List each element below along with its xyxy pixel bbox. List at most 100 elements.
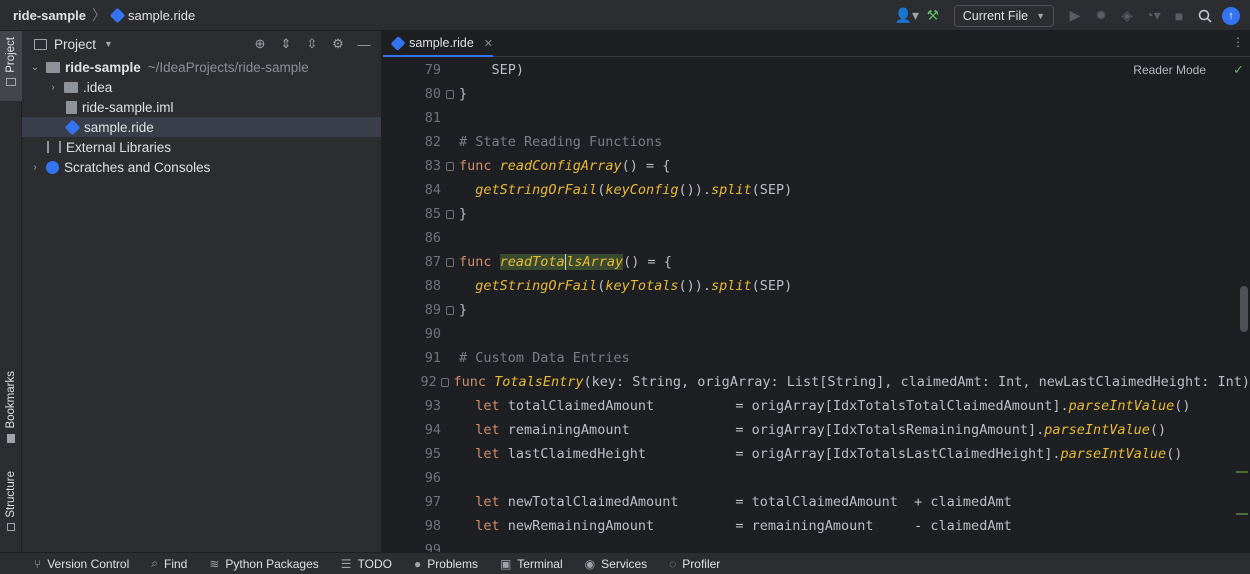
tool-todo[interactable]: ☰ TODO [341,557,392,571]
tree-item-sample-ride[interactable]: sample.ride [22,117,381,137]
chevron-right-icon: 〉 [91,7,106,23]
layers-icon: ≋ [209,556,220,571]
chevron-down-icon[interactable]: ▼ [104,39,113,49]
code-line: 84 getStringOrFail(keyConfig()).split(SE… [383,178,1250,202]
tool-tab-bookmarks-label: Bookmarks [5,371,17,429]
terminal-icon: ▣ [499,556,512,571]
tool-label: Profiler [682,556,721,571]
line-number: 95 [424,446,441,462]
tree-item-ride-sample[interactable]: ⌄ ride-sample ~/IdeaProjects/ride-sample [22,57,381,77]
tool-python-packages[interactable]: ≋ Python Packages [209,557,318,571]
project-name[interactable]: ride-sample [13,8,86,23]
tree-item-idea[interactable]: › .idea [22,77,381,97]
fold-icon[interactable] [446,209,454,219]
tool-label: Terminal [517,556,563,571]
editor: sample.ride ✕ ⋮ Reader Mode ✓ 79 SEP) 80… [383,31,1250,552]
tool-services[interactable]: ◉ Services [585,557,648,571]
tool-label: Version Control [47,556,130,571]
tool-label: Problems [427,556,478,571]
build-hammer-icon[interactable]: ⚒ [920,4,946,28]
code-line: 96 [383,466,1250,490]
gear-icon[interactable]: ⚙ [327,33,349,55]
line-number: 91 [424,350,441,366]
tree-item-scratches[interactable]: › Scratches and Consoles [22,157,381,177]
breadcrumb-file[interactable]: sample.ride [128,8,195,23]
code-line: 82 # State Reading Functions [383,130,1250,154]
structure-icon [7,522,15,531]
collapse-all-icon[interactable]: ⇳ [301,33,323,55]
search-icon[interactable] [1192,4,1218,28]
search-icon: ⌕ [151,556,158,570]
profile-icon[interactable]: ◔▾ [1140,4,1166,28]
project-view-icon [34,38,47,50]
line-number: 84 [424,182,441,198]
project-panel-header: Project ▼ ⊕ ⇕ ⇳ ⚙ — [22,31,381,57]
vertical-scrollbar[interactable] [1240,286,1248,332]
line-number: 92 [420,374,437,390]
folder-icon [6,77,16,86]
code-area[interactable]: 79 SEP) 80} 81 82 # State Reading Functio… [383,58,1250,552]
title-bar: ride-sample 〉 sample.ride 👤▾ ⚒ Current F… [0,0,1250,31]
user-icon[interactable]: 👤▾ [894,4,920,28]
debug-icon[interactable]: ✹ [1088,4,1114,28]
breadcrumb: ride-sample 〉 sample.ride [0,5,195,25]
updates-icon[interactable]: ↑ [1222,6,1240,25]
code-line: 79 SEP) [383,58,1250,82]
code-line: 98 let newRemainingAmount = remainingAmo… [383,514,1250,538]
tree-item-iml[interactable]: ride-sample.iml [22,97,381,117]
tool-tab-structure-label: Structure [5,471,17,518]
module-file-icon [66,100,77,114]
code-line: 97 let newTotalClaimedAmount = totalClai… [383,490,1250,514]
change-marker[interactable] [1236,513,1248,515]
tool-tab-bookmarks[interactable]: Bookmarks [0,371,22,456]
fold-icon[interactable] [446,161,454,171]
line-number: 99 [424,542,441,552]
tool-tab-structure[interactable]: Structure [0,471,22,546]
bottom-tool-bar: ⑂ Version Control ⌕ Find ≋ Python Packages … [0,552,1250,574]
locate-icon[interactable]: ⊕ [249,33,271,55]
line-number: 81 [424,110,441,126]
expand-all-icon[interactable]: ⇕ [275,33,297,55]
tree-item-label: sample.ride [84,119,154,135]
branch-icon: ⑂ [34,556,42,571]
code-line: 93 let totalClaimedAmount = origArray[Id… [383,394,1250,418]
code-line: 88 getStringOrFail(keyTotals()).split(SE… [383,274,1250,298]
chevron-down-icon: ▼ [1036,10,1045,21]
fold-icon[interactable] [446,305,454,315]
tool-label: Services [601,556,648,571]
run-icon[interactable]: ▶ [1062,4,1088,28]
tool-tab-project[interactable]: Project [0,31,22,101]
folder-icon [46,61,60,73]
project-panel-title[interactable]: Project [54,37,96,52]
left-tool-strip: Project Bookmarks Structure [0,31,22,552]
close-icon[interactable]: ✕ [484,37,493,50]
line-number: 83 [424,158,441,174]
line-number: 96 [424,470,441,486]
stop-icon[interactable]: ■ [1166,4,1192,28]
tree-item-external-libraries[interactable]: External Libraries [22,137,381,157]
change-marker[interactable] [1236,471,1248,473]
line-number: 94 [424,422,441,438]
tool-version-control[interactable]: ⑂ Version Control [34,557,129,571]
fold-icon[interactable] [446,257,454,267]
minimize-icon[interactable]: — [353,33,375,55]
tree-item-path: ~/IdeaProjects/ride-sample [147,59,309,75]
chevron-down-icon[interactable]: ⌄ [28,62,42,73]
fold-icon[interactable] [446,89,454,99]
tool-terminal[interactable]: ▣ Terminal [500,557,563,571]
chevron-right-icon[interactable]: › [28,162,42,173]
run-configuration-select[interactable]: Current File ▼ [953,4,1054,27]
code-line: 87 func readTota lsArray() = { [383,250,1250,274]
ride-file-icon [109,7,126,23]
chevron-right-icon[interactable]: › [46,82,60,93]
tool-profiler[interactable]: ◌ Profiler [669,557,720,571]
line-number: 89 [424,302,441,318]
code-line: 94 let remainingAmount = origArray[IdxTo… [383,418,1250,442]
tool-problems[interactable]: ● Problems [414,557,478,571]
fold-icon[interactable] [441,377,450,387]
tool-find[interactable]: ⌕ Find [151,556,187,571]
tab-sample-ride[interactable]: sample.ride ✕ [383,31,493,57]
coverage-icon[interactable]: ◈ [1114,4,1140,28]
more-icon[interactable]: ⋮ [1232,35,1244,49]
code-line: 95 let lastClaimedHeight = origArray[Idx… [383,442,1250,466]
